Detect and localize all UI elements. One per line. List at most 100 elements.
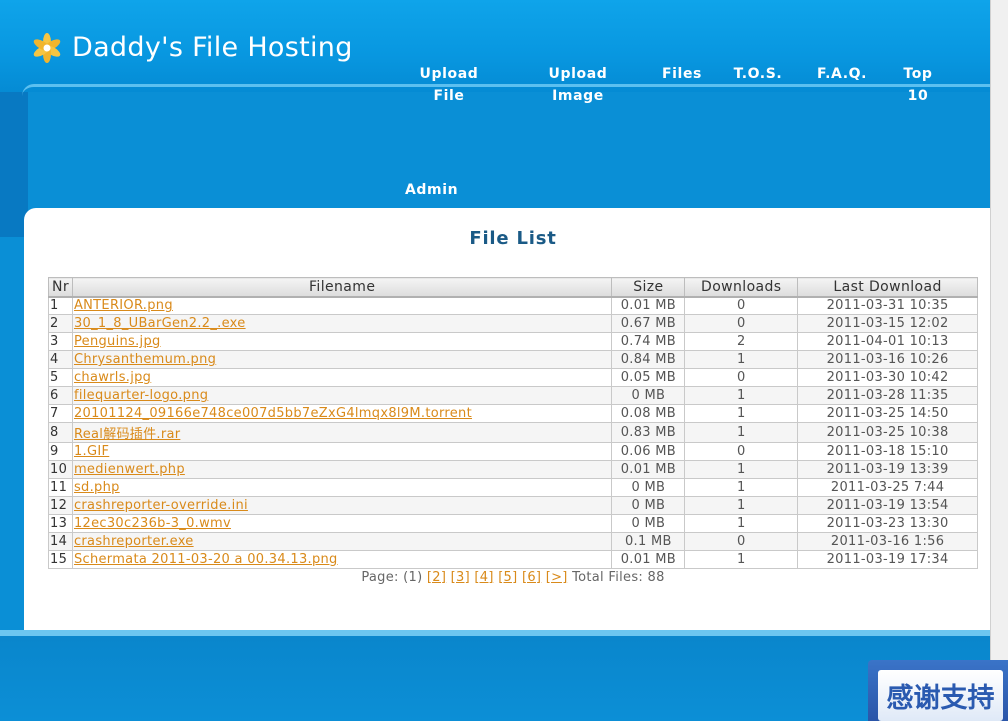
- row-number: 7: [48, 404, 73, 423]
- size-cell: 0.01 MB: [611, 550, 686, 569]
- support-badge[interactable]: 感谢支持: [878, 670, 1003, 721]
- column-header-last-download[interactable]: Last Download: [797, 277, 978, 298]
- pager-page-2[interactable]: [2]: [427, 570, 446, 585]
- row-number: 2: [48, 314, 73, 333]
- table-row: 11 sd.php 0 MB 1 2011-03-25 7:44: [48, 478, 978, 497]
- site-title: Daddy's File Hosting: [72, 32, 353, 63]
- pager-page-6[interactable]: [6]: [522, 570, 541, 585]
- footer: [0, 636, 990, 721]
- file-rows: 1 ANTERIOR.png 0.01 MB 0 2011-03-31 10:35 2 30…: [48, 296, 978, 569]
- file-link[interactable]: Real解码插件.rar: [74, 427, 180, 442]
- file-link[interactable]: 12ec30c236b-3_0.wmv: [74, 516, 231, 531]
- downloads-cell: 1: [684, 550, 799, 569]
- size-cell: 0.74 MB: [611, 332, 686, 351]
- downloads-cell: 1: [684, 404, 799, 423]
- nav-admin[interactable]: Admin: [405, 179, 458, 201]
- nav-tos[interactable]: T.O.S.: [732, 63, 784, 85]
- table-row: 1 ANTERIOR.png 0.01 MB 0 2011-03-31 10:35: [48, 296, 978, 315]
- filename-cell: Schermata 2011-03-20 a 00.34.13.png: [71, 550, 613, 569]
- table-row: 4 Chrysanthemum.png 0.84 MB 1 2011-03-16 10:…: [48, 350, 978, 369]
- file-link[interactable]: 20101124_09166e748ce007d5bb7eZxG4lmqx8l9…: [74, 406, 472, 421]
- size-cell: 0.01 MB: [611, 460, 686, 479]
- size-cell: 0.08 MB: [611, 404, 686, 423]
- last-download-cell: 2011-03-31 10:35: [797, 296, 978, 315]
- nav-top10[interactable]: Top 10: [898, 63, 938, 107]
- last-download-cell: 2011-03-23 13:30: [797, 514, 978, 533]
- pager-label: Page:: [361, 570, 399, 585]
- pagination: Page: (1) [2] [3] [4] [5] [6] [>] Total …: [0, 570, 1008, 585]
- file-link[interactable]: chawrls.jpg: [74, 370, 151, 385]
- column-header-nr[interactable]: Nr: [48, 277, 73, 298]
- filename-cell: Chrysanthemum.png: [71, 350, 613, 369]
- header-divider: [22, 84, 990, 96]
- last-download-cell: 2011-03-28 11:35: [797, 386, 978, 405]
- size-cell: 0 MB: [611, 386, 686, 405]
- nav-files[interactable]: Files: [662, 63, 702, 85]
- downloads-cell: 1: [684, 514, 799, 533]
- size-cell: 0.67 MB: [611, 314, 686, 333]
- page-title: File List: [469, 228, 557, 249]
- column-header-size[interactable]: Size: [611, 277, 686, 298]
- downloads-cell: 1: [684, 460, 799, 479]
- table-row: 7 20101124_09166e748ce007d5bb7eZxG4lmqx8l…: [48, 404, 978, 423]
- file-link[interactable]: ANTERIOR.png: [74, 298, 173, 313]
- file-link[interactable]: crashreporter-override.ini: [74, 498, 248, 513]
- row-number: 13: [48, 514, 73, 533]
- filename-cell: 1.GIF: [71, 442, 613, 461]
- size-cell: 0.1 MB: [611, 532, 686, 551]
- last-download-cell: 2011-03-25 14:50: [797, 404, 978, 423]
- nav-top10-line2: 10: [907, 88, 929, 104]
- file-link[interactable]: 1.GIF: [74, 444, 109, 459]
- pager-page-3[interactable]: [3]: [451, 570, 470, 585]
- pager-next[interactable]: [>]: [546, 570, 568, 585]
- size-cell: 0.06 MB: [611, 442, 686, 461]
- file-link[interactable]: Chrysanthemum.png: [74, 352, 216, 367]
- downloads-cell: 1: [684, 478, 799, 497]
- last-download-cell: 2011-03-25 10:38: [797, 422, 978, 443]
- vertical-scrollbar[interactable]: [990, 0, 1008, 721]
- site-logo[interactable]: Daddy's File Hosting: [32, 32, 353, 63]
- last-download-cell: 2011-04-01 10:13: [797, 332, 978, 351]
- table-row: 2 30_1_8_UBarGen2.2_.exe 0.67 MB 0 2011-03-1…: [48, 314, 978, 333]
- pager-total: Total Files: 88: [572, 570, 665, 585]
- file-list-table: Nr Filename Size Downloads Last Download…: [48, 277, 978, 569]
- size-cell: 0.83 MB: [611, 422, 686, 443]
- row-number: 3: [48, 332, 73, 351]
- pager-page-5[interactable]: [5]: [498, 570, 517, 585]
- file-link[interactable]: Schermata 2011-03-20 a 00.34.13.png: [74, 552, 338, 567]
- downloads-cell: 0: [684, 314, 799, 333]
- file-link[interactable]: 30_1_8_UBarGen2.2_.exe: [74, 316, 246, 331]
- filename-cell: ANTERIOR.png: [71, 296, 613, 315]
- row-number: 1: [48, 296, 73, 315]
- file-link[interactable]: Penguins.jpg: [74, 334, 161, 349]
- downloads-cell: 1: [684, 422, 799, 443]
- nav-faq[interactable]: F.A.Q.: [816, 63, 868, 85]
- last-download-cell: 2011-03-25 7:44: [797, 478, 978, 497]
- row-number: 4: [48, 350, 73, 369]
- column-header-downloads[interactable]: Downloads: [684, 277, 799, 298]
- table-row: 9 1.GIF 0.06 MB 0 2011-03-18 15:10: [48, 442, 978, 461]
- last-download-cell: 2011-03-19 17:34: [797, 550, 978, 569]
- nav-upload-image[interactable]: Upload Image: [524, 63, 632, 107]
- size-cell: 0.84 MB: [611, 350, 686, 369]
- size-cell: 0 MB: [611, 496, 686, 515]
- file-link[interactable]: medienwert.php: [74, 462, 185, 477]
- file-link[interactable]: crashreporter.exe: [74, 534, 194, 549]
- file-link[interactable]: sd.php: [74, 480, 120, 495]
- table-row: 14 crashreporter.exe 0.1 MB 0 2011-03-16 1:5…: [48, 532, 978, 551]
- column-header-filename[interactable]: Filename: [71, 277, 613, 298]
- row-number: 14: [48, 532, 73, 551]
- table-row: 15 Schermata 2011-03-20 a 00.34.13.png 0.0…: [48, 550, 978, 569]
- filename-cell: sd.php: [71, 478, 613, 497]
- row-number: 6: [48, 386, 73, 405]
- pager-page-4[interactable]: [4]: [474, 570, 493, 585]
- header-lower: [0, 92, 990, 210]
- table-row: 12 crashreporter-override.ini 0 MB 1 2011-03…: [48, 496, 978, 515]
- file-link[interactable]: filequarter-logo.png: [74, 388, 208, 403]
- nav-upload-file[interactable]: Upload File: [405, 63, 493, 107]
- downloads-cell: 2: [684, 332, 799, 351]
- last-download-cell: 2011-03-15 12:02: [797, 314, 978, 333]
- table-row: 6 filequarter-logo.png 0 MB 1 2011-03-28 11:…: [48, 386, 978, 405]
- row-number: 15: [48, 550, 73, 569]
- size-cell: 0.01 MB: [611, 296, 686, 315]
